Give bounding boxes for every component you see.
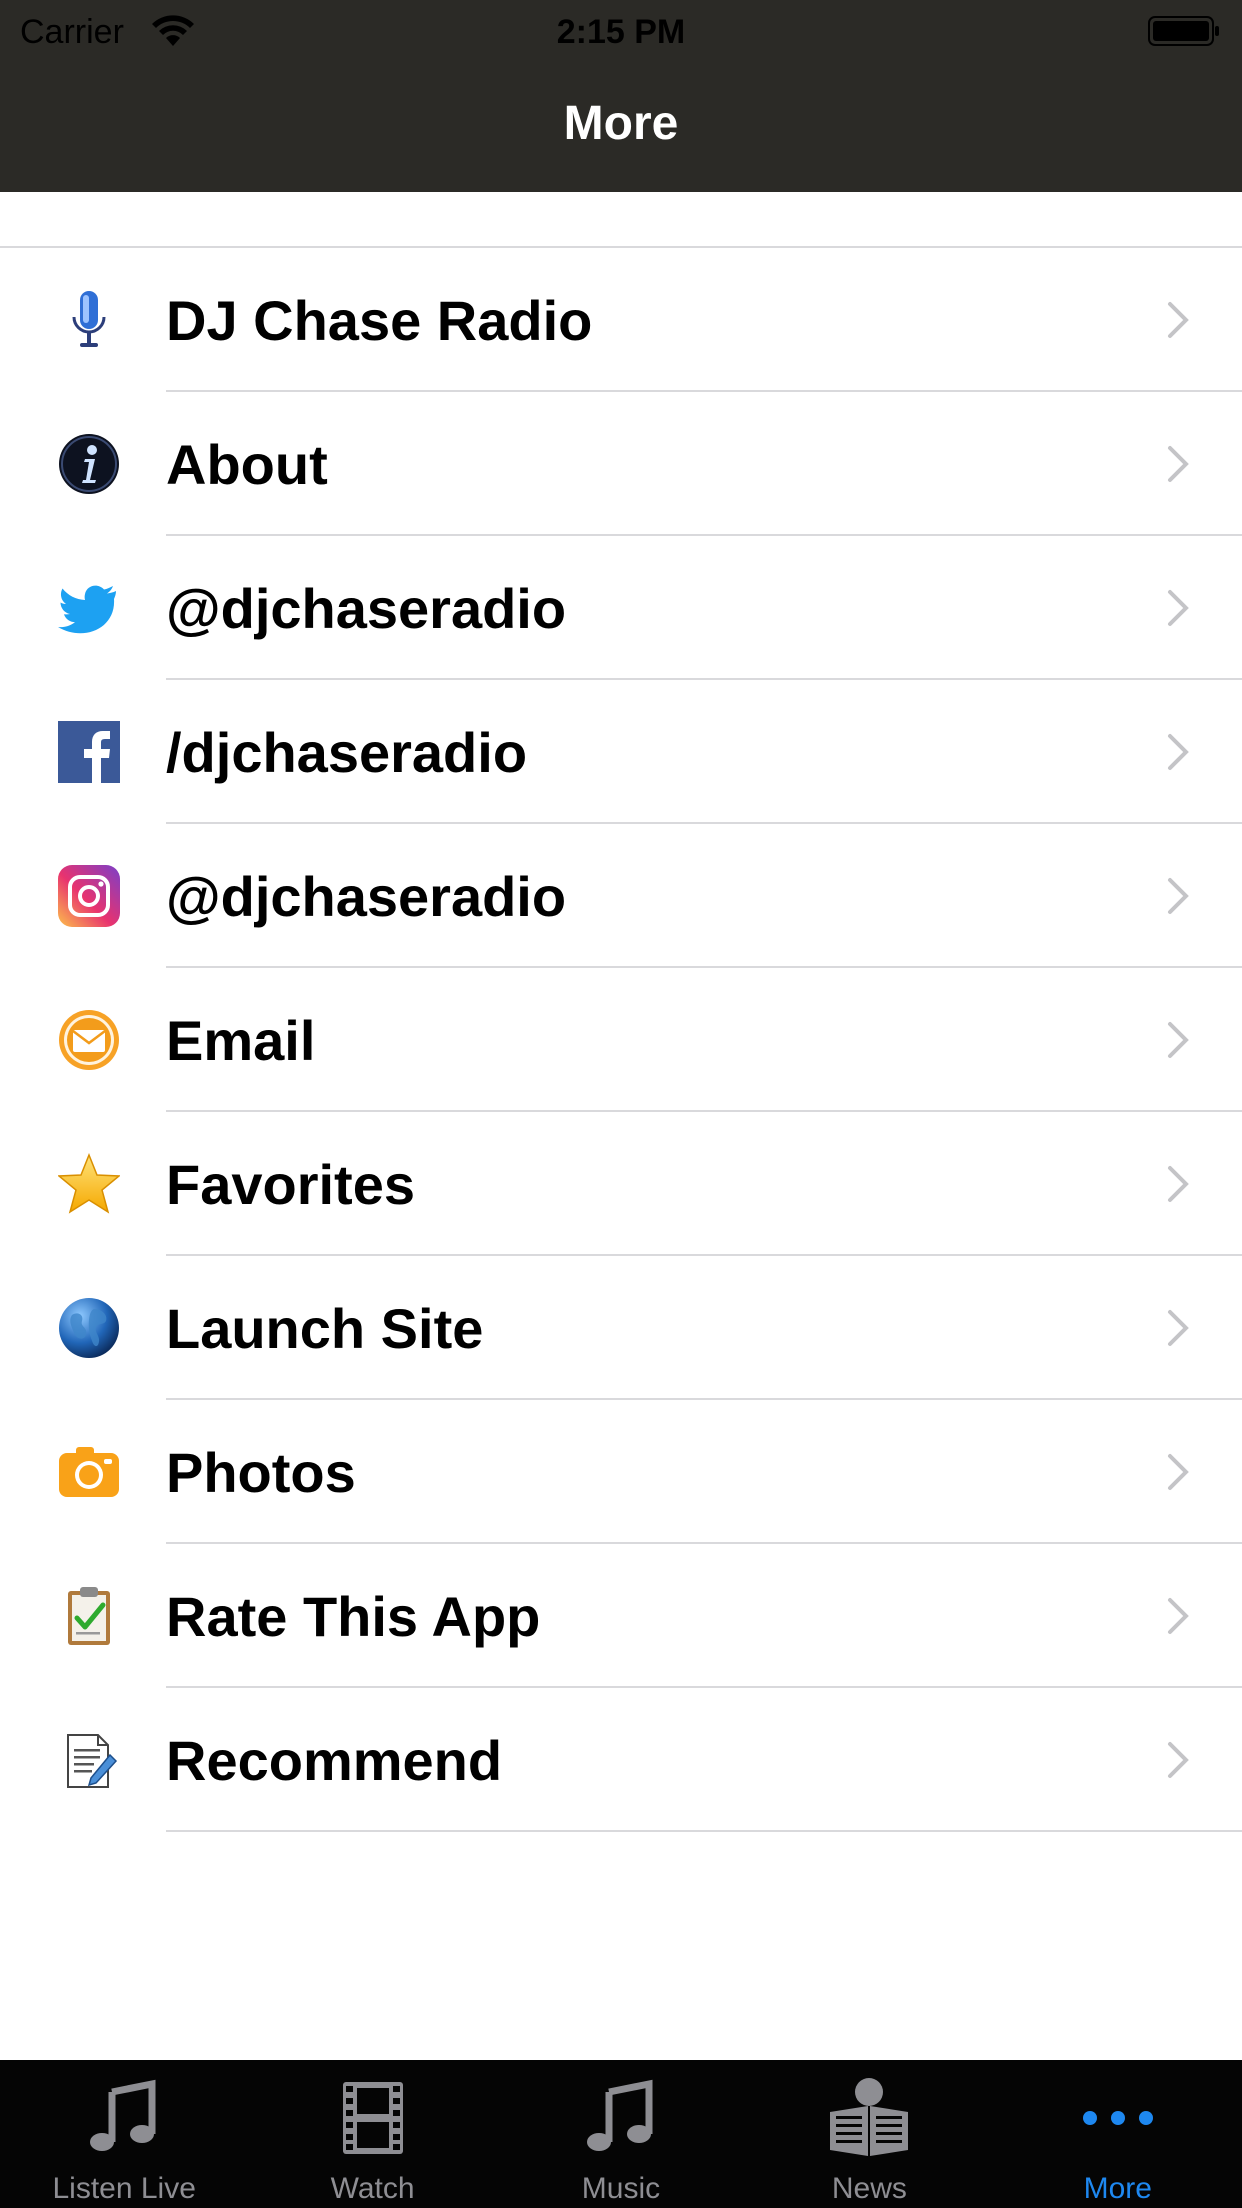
chevron-right-icon bbox=[1166, 1020, 1190, 1060]
twitter-icon bbox=[58, 577, 120, 639]
tab-watch[interactable]: Watch bbox=[248, 2060, 496, 2208]
instagram-icon bbox=[58, 865, 120, 927]
globe-icon bbox=[58, 1297, 120, 1359]
tab-label: News bbox=[831, 2172, 907, 2205]
chevron-right-icon bbox=[1166, 444, 1190, 484]
more-menu-list: DJ Chase Radio About @djchaseradio /djch… bbox=[0, 246, 1242, 1832]
list-item-favorites[interactable]: Favorites bbox=[0, 1112, 1242, 1256]
chevron-right-icon bbox=[1166, 876, 1190, 916]
facebook-icon bbox=[58, 721, 120, 783]
list-item-label: /djchaseradio bbox=[166, 720, 528, 784]
tab-more[interactable]: More bbox=[994, 2060, 1242, 2208]
microphone-icon bbox=[58, 289, 120, 351]
chevron-right-icon bbox=[1166, 1308, 1190, 1348]
chevron-right-icon bbox=[1166, 1164, 1190, 1204]
tab-label: Music bbox=[581, 2172, 661, 2205]
page-title: More bbox=[563, 97, 679, 150]
tab-music[interactable]: Music bbox=[497, 2060, 745, 2208]
star-icon bbox=[58, 1153, 120, 1215]
list-item-photos[interactable]: Photos bbox=[0, 1400, 1242, 1544]
status-time: 2:15 PM bbox=[556, 13, 686, 51]
list-item-label: Photos bbox=[166, 1440, 356, 1504]
list-item-recommend[interactable]: Recommend bbox=[0, 1688, 1242, 1832]
chevron-right-icon bbox=[1166, 1596, 1190, 1636]
tab-listen-live[interactable]: Listen Live bbox=[0, 2060, 248, 2208]
music-note-icon bbox=[576, 2076, 666, 2160]
email-icon bbox=[58, 1009, 120, 1071]
chevron-right-icon bbox=[1166, 1452, 1190, 1492]
battery-icon bbox=[1148, 16, 1220, 46]
film-icon bbox=[328, 2076, 418, 2160]
list-item-facebook[interactable]: /djchaseradio bbox=[0, 680, 1242, 824]
list-item-label: @djchaseradio bbox=[166, 864, 567, 928]
info-icon bbox=[58, 433, 120, 495]
list-item-rate-this-app[interactable]: Rate This App bbox=[0, 1544, 1242, 1688]
list-item-instagram[interactable]: @djchaseradio bbox=[0, 824, 1242, 968]
list-item-label: Email bbox=[166, 1008, 316, 1072]
list-item-twitter[interactable]: @djchaseradio bbox=[0, 536, 1242, 680]
chevron-right-icon bbox=[1166, 732, 1190, 772]
navigation-bar: Carrier 2:15 PM More bbox=[0, 0, 1242, 192]
camera-icon bbox=[58, 1441, 120, 1503]
list-item-dj-chase-radio[interactable]: DJ Chase Radio bbox=[0, 248, 1242, 392]
list-item-launch-site[interactable]: Launch Site bbox=[0, 1256, 1242, 1400]
list-item-label: About bbox=[166, 432, 328, 496]
list-item-label: Recommend bbox=[166, 1728, 503, 1792]
music-note-icon bbox=[79, 2076, 169, 2160]
tab-label: Listen Live bbox=[52, 2172, 196, 2205]
list-item-label: DJ Chase Radio bbox=[166, 288, 593, 352]
newspaper-icon bbox=[824, 2076, 914, 2160]
list-item-label: Rate This App bbox=[166, 1584, 541, 1648]
document-icon bbox=[58, 1729, 120, 1791]
tab-news[interactable]: News bbox=[745, 2060, 993, 2208]
chevron-right-icon bbox=[1166, 300, 1190, 340]
list-item-label: @djchaseradio bbox=[166, 576, 567, 640]
chevron-right-icon bbox=[1166, 1740, 1190, 1780]
tab-label: Watch bbox=[330, 2172, 415, 2205]
clipboard-icon bbox=[58, 1585, 120, 1647]
list-item-about[interactable]: About bbox=[0, 392, 1242, 536]
list-item-label: Favorites bbox=[166, 1152, 415, 1216]
chevron-right-icon bbox=[1166, 588, 1190, 628]
tab-bar: Listen Live Watch Music News More bbox=[0, 2060, 1242, 2208]
more-dots-icon bbox=[1073, 2076, 1163, 2160]
list-item-label: Launch Site bbox=[166, 1296, 484, 1360]
list-item-email[interactable]: Email bbox=[0, 968, 1242, 1112]
divider bbox=[166, 1830, 1242, 1832]
tab-label: More bbox=[1083, 2172, 1152, 2205]
